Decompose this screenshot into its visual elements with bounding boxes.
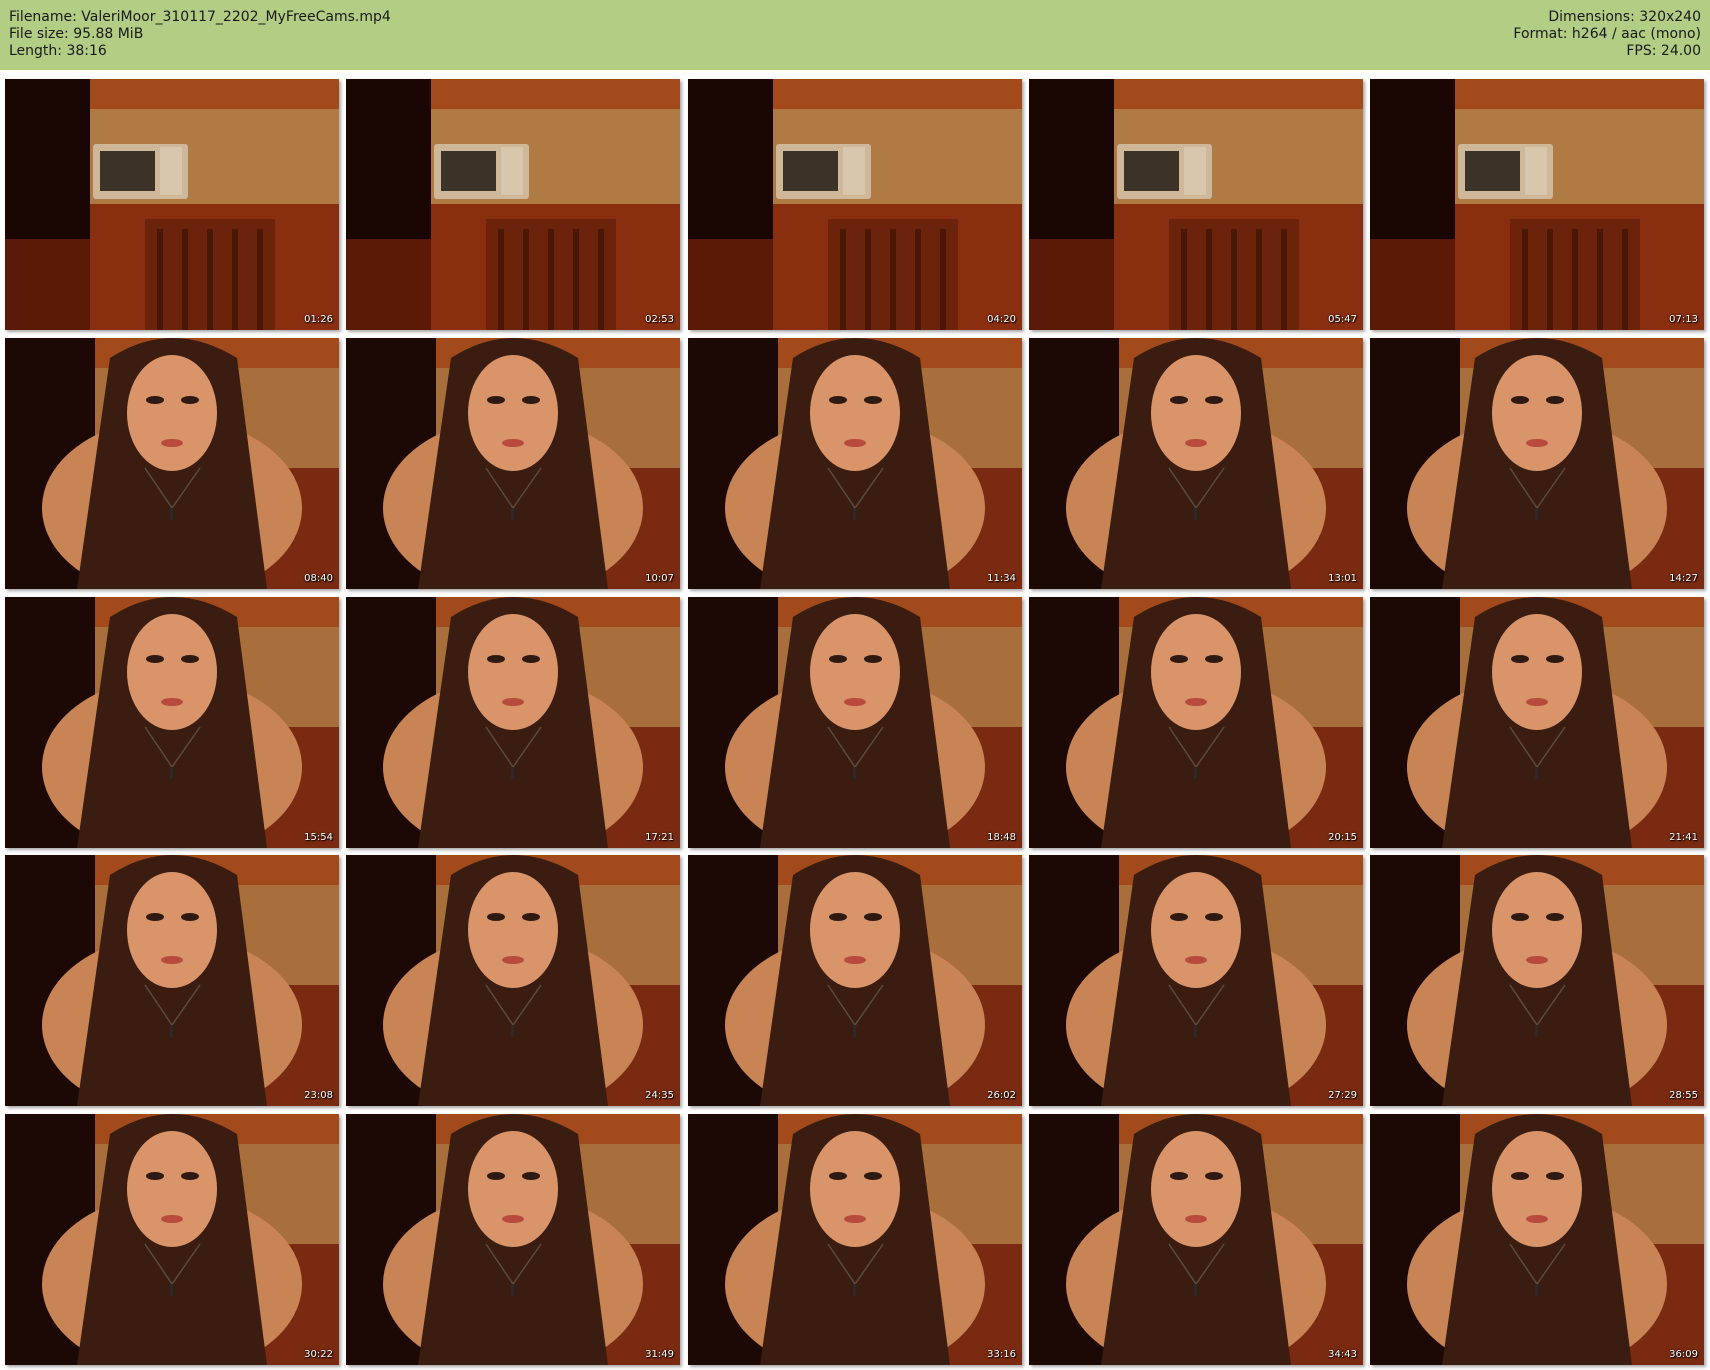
thumbnail: 17:21 xyxy=(346,597,680,848)
person-scene xyxy=(1029,597,1363,848)
timestamp-label: 27:29 xyxy=(1328,1090,1357,1101)
timestamp-label: 28:55 xyxy=(1669,1090,1698,1101)
person-scene xyxy=(1370,1114,1704,1365)
timestamp-label: 20:15 xyxy=(1328,832,1357,843)
thumbnail: 14:27 xyxy=(1370,338,1704,589)
video-info: Dimensions: 320x240 Format: h264 / aac (… xyxy=(1513,9,1701,60)
timestamp-label: 26:02 xyxy=(987,1090,1016,1101)
thumbnail: 18:48 xyxy=(688,597,1022,848)
timestamp-label: 07:13 xyxy=(1669,314,1698,325)
kitchen-scene xyxy=(1029,79,1363,330)
timestamp-label: 33:16 xyxy=(987,1349,1016,1360)
timestamp-label: 05:47 xyxy=(1328,314,1357,325)
thumbnail-grid: 01:26 02:53 04:20 05:47 07:13 08:40 10:07 11:34… xyxy=(5,79,1705,1367)
thumbnail: 24:35 xyxy=(346,855,680,1106)
kitchen-scene xyxy=(5,79,339,330)
timestamp-label: 10:07 xyxy=(645,573,674,584)
fps-text: FPS: 24.00 xyxy=(1626,43,1701,59)
thumbnail: 20:15 xyxy=(1029,597,1363,848)
thumbnail: 36:09 xyxy=(1370,1114,1704,1365)
timestamp-label: 24:35 xyxy=(645,1090,674,1101)
thumbnail: 05:47 xyxy=(1029,79,1363,330)
timestamp-label: 11:34 xyxy=(987,573,1016,584)
person-scene xyxy=(5,855,339,1106)
person-scene xyxy=(1370,597,1704,848)
person-scene xyxy=(1029,1114,1363,1365)
timestamp-label: 23:08 xyxy=(304,1090,333,1101)
kitchen-scene xyxy=(1370,79,1704,330)
timestamp-label: 36:09 xyxy=(1669,1349,1698,1360)
thumbnail: 02:53 xyxy=(346,79,680,330)
thumbnail: 10:07 xyxy=(346,338,680,589)
length-text: Length: 38:16 xyxy=(9,43,107,59)
timestamp-label: 17:21 xyxy=(645,832,674,843)
timestamp-label: 30:22 xyxy=(304,1349,333,1360)
kitchen-scene xyxy=(688,79,1022,330)
person-scene xyxy=(688,1114,1022,1365)
person-scene xyxy=(346,338,680,589)
thumbnail: 30:22 xyxy=(5,1114,339,1365)
thumbnail: 08:40 xyxy=(5,338,339,589)
info-header: Filename: ValeriMoor_310117_2202_MyFreeC… xyxy=(0,0,1710,70)
timestamp-label: 15:54 xyxy=(304,832,333,843)
filename-text: Filename: ValeriMoor_310117_2202_MyFreeC… xyxy=(9,9,391,25)
dimensions-text: Dimensions: 320x240 xyxy=(1548,9,1701,25)
thumbnail: 13:01 xyxy=(1029,338,1363,589)
person-scene xyxy=(346,855,680,1106)
timestamp-label: 02:53 xyxy=(645,314,674,325)
thumbnail: 15:54 xyxy=(5,597,339,848)
timestamp-label: 08:40 xyxy=(304,573,333,584)
person-scene xyxy=(1370,338,1704,589)
thumbnail: 21:41 xyxy=(1370,597,1704,848)
thumbnail: 26:02 xyxy=(688,855,1022,1106)
thumbnail: 07:13 xyxy=(1370,79,1704,330)
timestamp-label: 14:27 xyxy=(1669,573,1698,584)
timestamp-label: 04:20 xyxy=(987,314,1016,325)
person-scene xyxy=(1029,338,1363,589)
person-scene xyxy=(1029,855,1363,1106)
timestamp-label: 34:43 xyxy=(1328,1349,1357,1360)
person-scene xyxy=(688,855,1022,1106)
format-text: Format: h264 / aac (mono) xyxy=(1513,26,1701,42)
person-scene xyxy=(5,338,339,589)
thumbnail: 31:49 xyxy=(346,1114,680,1365)
filesize-text: File size: 95.88 MiB xyxy=(9,26,144,42)
thumbnail: 04:20 xyxy=(688,79,1022,330)
person-scene xyxy=(346,597,680,848)
timestamp-label: 13:01 xyxy=(1328,573,1357,584)
person-scene xyxy=(688,338,1022,589)
thumbnail: 27:29 xyxy=(1029,855,1363,1106)
timestamp-label: 21:41 xyxy=(1669,832,1698,843)
person-scene xyxy=(5,597,339,848)
thumbnail: 33:16 xyxy=(688,1114,1022,1365)
timestamp-label: 18:48 xyxy=(987,832,1016,843)
person-scene xyxy=(688,597,1022,848)
file-info: Filename: ValeriMoor_310117_2202_MyFreeC… xyxy=(9,9,391,60)
kitchen-scene xyxy=(346,79,680,330)
thumbnail: 11:34 xyxy=(688,338,1022,589)
person-scene xyxy=(5,1114,339,1365)
thumbnail: 28:55 xyxy=(1370,855,1704,1106)
timestamp-label: 01:26 xyxy=(304,314,333,325)
thumbnail: 34:43 xyxy=(1029,1114,1363,1365)
person-scene xyxy=(346,1114,680,1365)
thumbnail: 23:08 xyxy=(5,855,339,1106)
thumbnail: 01:26 xyxy=(5,79,339,330)
person-scene xyxy=(1370,855,1704,1106)
timestamp-label: 31:49 xyxy=(645,1349,674,1360)
